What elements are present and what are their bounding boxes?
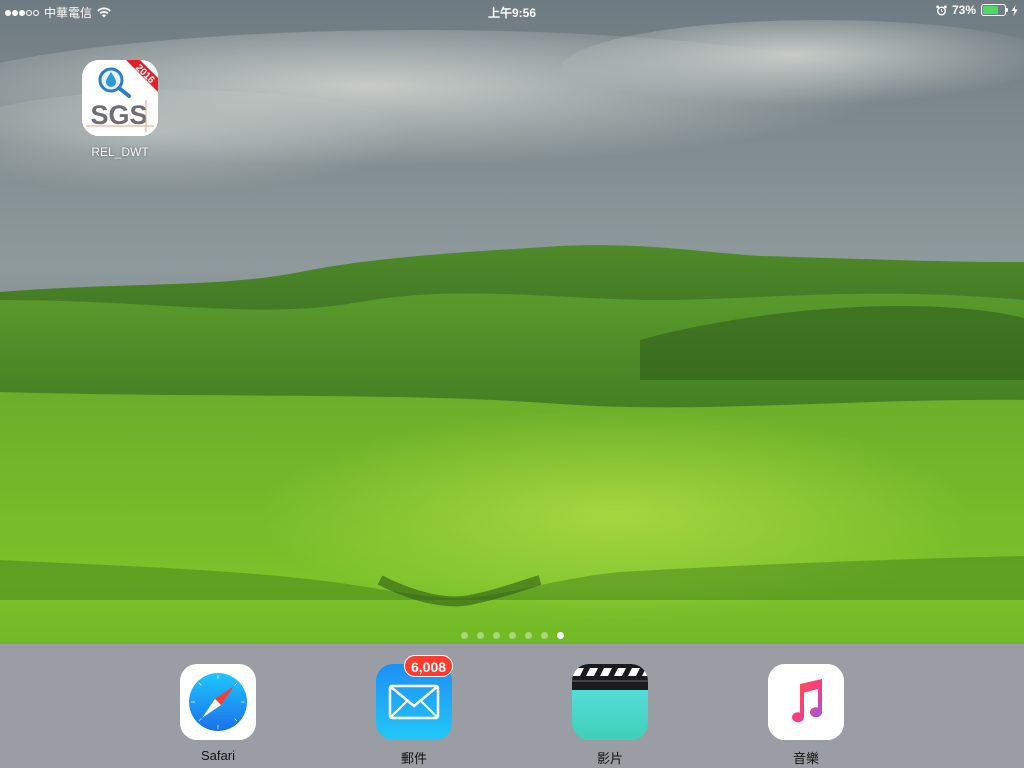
charging-icon [1011, 4, 1018, 16]
page-dot[interactable] [460, 632, 468, 639]
status-time: 上午9:56 [487, 6, 537, 20]
dock [0, 644, 1024, 768]
page-dot[interactable] [508, 632, 516, 639]
status-bar: 中華電信 上午9:56 73% [0, 0, 1024, 20]
videos-label: 影片 [596, 751, 623, 766]
battery-icon [981, 4, 1008, 16]
music-label: 音樂 [792, 751, 819, 766]
safari-label: Safari [201, 748, 235, 763]
battery-fill [983, 6, 999, 14]
mail-badge: 6,008 [404, 655, 454, 677]
battery-percent: 73% [951, 3, 976, 17]
safari-icon[interactable] [180, 664, 256, 740]
page-dot[interactable] [524, 632, 532, 639]
videos-icon[interactable] [572, 664, 648, 740]
sgs-app-icon[interactable]: 2016 SGS [82, 60, 158, 136]
mail-label: 郵件 [400, 751, 427, 766]
page-dot[interactable] [492, 632, 500, 639]
music-icon[interactable] [768, 664, 844, 740]
page-indicator[interactable] [0, 632, 1024, 639]
page-dot[interactable] [556, 632, 564, 639]
alarm-icon [936, 4, 947, 15]
page-dot[interactable] [540, 632, 548, 639]
sgs-app-label: REL_DWT [91, 145, 149, 159]
page-dot[interactable] [476, 632, 484, 639]
status-right: 73% [936, 3, 1018, 17]
